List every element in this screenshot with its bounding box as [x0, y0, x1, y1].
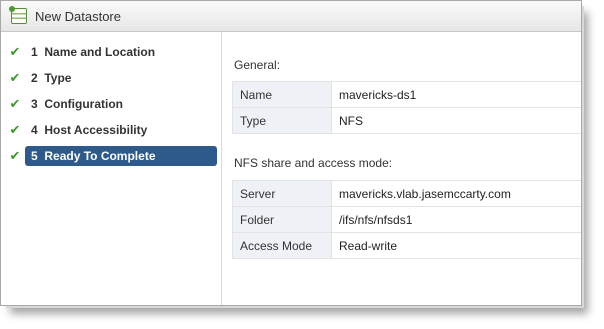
checkmark-icon: ✔	[9, 96, 21, 111]
general-table: Name mavericks-ds1 Type NFS	[232, 81, 581, 134]
step-ready-to-complete[interactable]: ✔ 5 Ready To Complete	[5, 146, 217, 166]
step-type[interactable]: ✔ 2 Type	[5, 68, 217, 88]
dialog-title: New Datastore	[35, 8, 121, 24]
checkmark-icon: ✔	[9, 70, 21, 85]
property-value: NFS	[331, 107, 581, 134]
property-key: Name	[232, 81, 332, 108]
property-value: mavericks.vlab.jasemccarty.com	[331, 180, 581, 207]
step-host-accessibility[interactable]: ✔ 4 Host Accessibility	[5, 120, 217, 140]
dialog-titlebar: New Datastore	[1, 1, 581, 32]
checkmark-icon: ✔	[9, 148, 21, 163]
wizard-steps: ✔ 1 Name and Location ✔ 2 Type ✔ 3 Confi…	[1, 32, 222, 305]
table-row: Access Mode Read-write	[232, 232, 581, 259]
property-key: Folder	[232, 206, 332, 233]
new-datastore-dialog: New Datastore ✔ 1 Name and Location ✔ 2 …	[0, 0, 582, 306]
property-key: Server	[232, 180, 332, 207]
step-label: 5 Ready To Complete	[31, 149, 156, 163]
datastore-icon	[9, 6, 27, 24]
property-key: Type	[232, 107, 332, 134]
property-value: /ifs/nfs/nfsds1	[331, 206, 581, 233]
table-row: Name mavericks-ds1	[232, 81, 581, 108]
step-name-and-location[interactable]: ✔ 1 Name and Location	[5, 42, 217, 62]
property-value: Read-write	[331, 232, 581, 259]
checkmark-icon: ✔	[9, 44, 21, 59]
step-label: 1 Name and Location	[31, 45, 156, 59]
dialog-body: ✔ 1 Name and Location ✔ 2 Type ✔ 3 Confi…	[1, 32, 581, 305]
table-row: Folder /ifs/nfs/nfsds1	[232, 206, 581, 233]
nfs-table: Server mavericks.vlab.jasemccarty.com Fo…	[232, 180, 581, 259]
property-key: Access Mode	[232, 232, 332, 259]
step-label: 2 Type	[31, 71, 72, 85]
step-label: 3 Configuration	[31, 97, 124, 111]
table-row: Server mavericks.vlab.jasemccarty.com	[232, 180, 581, 207]
summary-panel: General: Name mavericks-ds1 Type NFS NFS…	[222, 32, 581, 305]
checkmark-icon: ✔	[9, 122, 21, 137]
table-row: Type NFS	[232, 107, 581, 134]
general-section-title: General:	[234, 58, 281, 72]
step-configuration[interactable]: ✔ 3 Configuration	[5, 94, 217, 114]
step-label: 4 Host Accessibility	[31, 123, 148, 137]
property-value: mavericks-ds1	[331, 81, 581, 108]
nfs-section-title: NFS share and access mode:	[234, 156, 393, 170]
